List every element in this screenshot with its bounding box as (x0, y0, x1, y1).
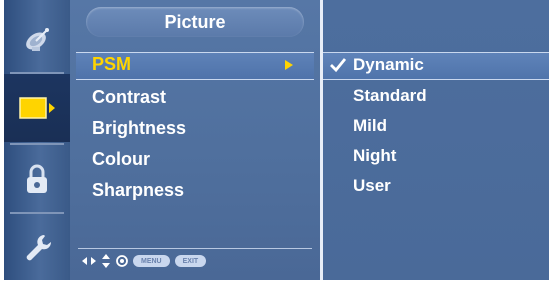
menu-button[interactable]: MENU (133, 255, 170, 267)
submenu-item-standard[interactable]: Standard (353, 86, 427, 106)
up-down-arrows-icon (102, 254, 110, 268)
sidebar-divider (10, 143, 64, 145)
menu-item-colour[interactable]: Colour (92, 149, 150, 170)
submenu-arrow-icon (285, 60, 293, 70)
footer-divider (78, 248, 312, 249)
sidebar-item-lock[interactable] (4, 146, 70, 214)
checkmark-icon (330, 58, 347, 73)
satellite-dish-icon (26, 28, 49, 51)
wrench-icon (26, 235, 52, 261)
exit-button[interactable]: EXIT (174, 255, 207, 267)
submenu-item-user[interactable]: User (353, 176, 391, 196)
submenu-item-mild[interactable]: Mild (353, 116, 387, 136)
menu-item-brightness[interactable]: Brightness (92, 118, 186, 139)
sidebar (4, 0, 70, 280)
left-right-arrows-icon (82, 257, 96, 265)
main-menu-panel: Picture PSM Contrast Brightness Colour S… (70, 0, 320, 280)
submenu-item-dynamic[interactable]: Dynamic (353, 55, 424, 75)
sidebar-item-setup[interactable] (4, 214, 70, 282)
footer-hints: MENU EXIT (82, 254, 207, 268)
submenu-item-night[interactable]: Night (353, 146, 396, 166)
menu-item-contrast[interactable]: Contrast (92, 87, 166, 108)
sidebar-item-channel[interactable] (4, 6, 70, 74)
sidebar-item-picture[interactable] (4, 74, 70, 142)
ok-button-icon (116, 255, 128, 267)
menu-item-sharpness[interactable]: Sharpness (92, 180, 184, 201)
menu-item-psm[interactable]: PSM (92, 54, 131, 75)
lock-icon (27, 164, 47, 193)
osd-menu: Picture PSM Contrast Brightness Colour S… (4, 0, 549, 280)
psm-submenu: Dynamic Standard Mild Night User (323, 0, 549, 280)
screen-icon (19, 97, 55, 119)
menu-title: Picture (86, 7, 304, 37)
